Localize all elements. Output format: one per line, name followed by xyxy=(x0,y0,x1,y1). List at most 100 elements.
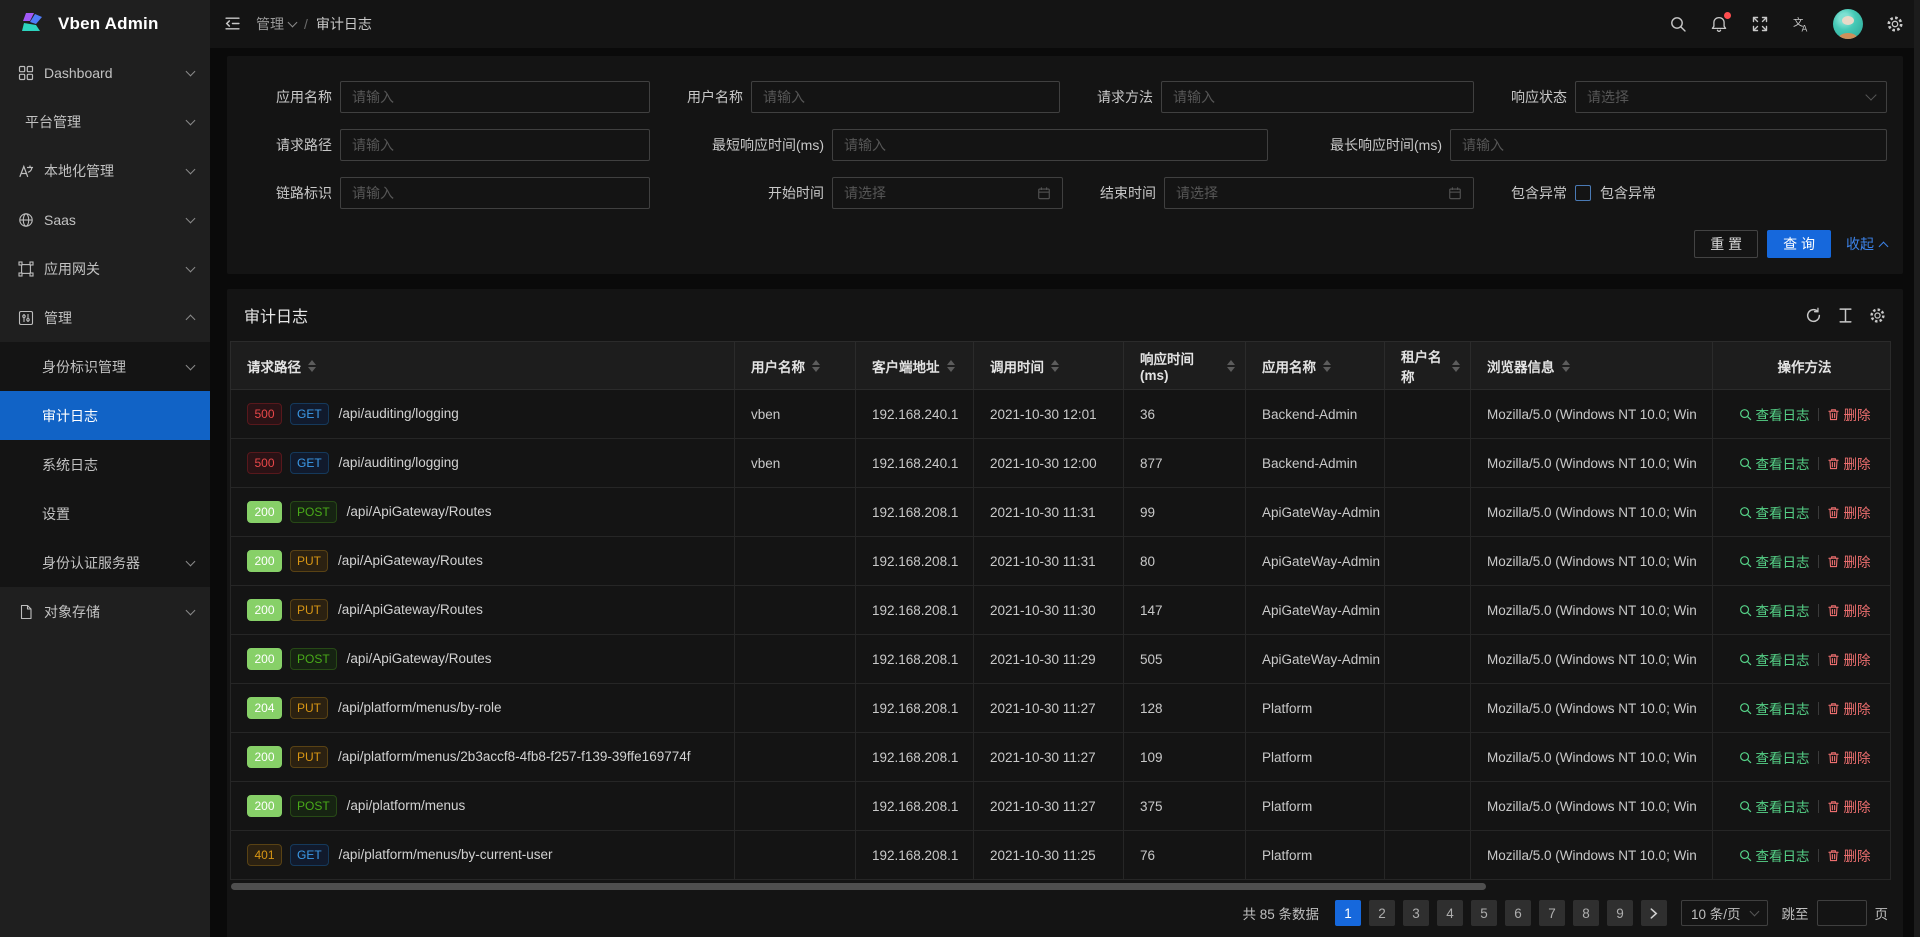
delete-button[interactable]: 删除 xyxy=(1827,502,1871,522)
view-log-button[interactable]: 查看日志 xyxy=(1739,796,1810,816)
sidebar-item-8[interactable]: 系统日志 xyxy=(0,440,210,489)
horizontal-scrollbar-thumb[interactable] xyxy=(231,883,1486,890)
delete-button[interactable]: 删除 xyxy=(1827,845,1871,865)
column-header-ms[interactable]: 响应时间(ms) xyxy=(1124,342,1246,390)
breadcrumb-section[interactable]: 管理 xyxy=(256,14,296,34)
sidebar-item-10[interactable]: 身份认证服务器 xyxy=(0,538,210,587)
delete-button[interactable]: 删除 xyxy=(1827,796,1871,816)
jump-page-input[interactable] xyxy=(1817,900,1867,926)
vertical-scrollbar[interactable] xyxy=(1914,0,1920,937)
refresh-icon[interactable] xyxy=(1805,307,1822,324)
column-header-tenant[interactable]: 租户名称 xyxy=(1385,342,1471,390)
sidebar-item-5[interactable]: 管理 xyxy=(0,293,210,342)
next-page-button[interactable] xyxy=(1641,900,1667,926)
bell-icon[interactable] xyxy=(1710,15,1728,33)
page-button-6[interactable]: 6 xyxy=(1505,900,1531,926)
delete-button[interactable]: 删除 xyxy=(1827,698,1871,718)
fullscreen-icon[interactable] xyxy=(1751,15,1769,33)
include-exception-checkbox[interactable] xyxy=(1575,185,1591,201)
delete-button[interactable]: 删除 xyxy=(1827,404,1871,424)
page-button-8[interactable]: 8 xyxy=(1573,900,1599,926)
chevron-down-icon xyxy=(186,360,196,370)
sidebar-item-6[interactable]: 身份标识管理 xyxy=(0,342,210,391)
delete-button[interactable]: 删除 xyxy=(1827,747,1871,767)
sidebar-item-2[interactable]: 本地化管理 xyxy=(0,146,210,195)
main-area: 管理 / 审计日志 xyxy=(210,0,1920,937)
browser-cell: Mozilla/5.0 (Windows NT 10.0; Win xyxy=(1471,733,1713,782)
column-header-time[interactable]: 调用时间 xyxy=(974,342,1124,390)
max-response-time-input[interactable] xyxy=(1450,129,1887,161)
sidebar-item-3[interactable]: Saas xyxy=(0,195,210,244)
sidebar-item-4[interactable]: 应用网关 xyxy=(0,244,210,293)
sidebar-item-label: 平台管理 xyxy=(25,112,187,132)
sidebar-item-0[interactable]: Dashboard xyxy=(0,48,210,97)
view-log-button[interactable]: 查看日志 xyxy=(1739,551,1810,571)
table-row: 200POST/api/platform/menus 192.168.208.1… xyxy=(231,782,1891,831)
delete-button[interactable]: 删除 xyxy=(1827,600,1871,620)
delete-button[interactable]: 删除 xyxy=(1827,551,1871,571)
page-button-2[interactable]: 2 xyxy=(1369,900,1395,926)
field-start-time: 开始时间 请选择 xyxy=(650,177,1063,209)
request-path: /api/ApiGateway/Routes xyxy=(347,504,492,519)
row-height-icon[interactable] xyxy=(1837,307,1854,324)
column-header-app[interactable]: 应用名称 xyxy=(1246,342,1385,390)
avatar[interactable] xyxy=(1833,9,1863,39)
user-name-cell: vben xyxy=(735,439,856,488)
page-button-4[interactable]: 4 xyxy=(1437,900,1463,926)
user-name-input[interactable] xyxy=(751,81,1060,113)
min-response-time-input[interactable] xyxy=(832,129,1268,161)
page-button-3[interactable]: 3 xyxy=(1403,900,1429,926)
translate-icon[interactable]: 文 A xyxy=(1792,15,1810,33)
chevron-down-icon xyxy=(288,18,298,28)
menu-fold-icon[interactable] xyxy=(224,15,242,33)
delete-button[interactable]: 删除 xyxy=(1827,649,1871,669)
column-header-user[interactable]: 用户名称 xyxy=(735,342,856,390)
field-label: 包含异常 xyxy=(1474,183,1575,203)
view-log-button[interactable]: 查看日志 xyxy=(1739,502,1810,522)
collapse-link[interactable]: 收起 xyxy=(1846,234,1887,254)
action-separator xyxy=(1818,555,1819,568)
reset-button[interactable]: 重 置 xyxy=(1694,230,1758,258)
view-log-button[interactable]: 查看日志 xyxy=(1739,453,1810,473)
response-status-select[interactable]: 请选择 xyxy=(1575,81,1887,113)
start-time-datepicker[interactable]: 请选择 xyxy=(832,177,1063,209)
page-button-5[interactable]: 5 xyxy=(1471,900,1497,926)
status-tag: 200 xyxy=(247,795,282,817)
search-icon[interactable] xyxy=(1669,15,1687,33)
sidebar-item-9[interactable]: 设置 xyxy=(0,489,210,538)
request-path: /api/ApiGateway/Routes xyxy=(347,651,492,666)
page-button-7[interactable]: 7 xyxy=(1539,900,1565,926)
end-time-datepicker[interactable]: 请选择 xyxy=(1164,177,1474,209)
view-log-button[interactable]: 查看日志 xyxy=(1739,698,1810,718)
browser-cell: Mozilla/5.0 (Windows NT 10.0; Win xyxy=(1471,831,1713,880)
column-header-path[interactable]: 请求路径 xyxy=(231,342,735,390)
query-button[interactable]: 查 询 xyxy=(1767,230,1831,258)
request-method-input[interactable] xyxy=(1161,81,1474,113)
sidebar-item-11[interactable]: 对象存储 xyxy=(0,587,210,636)
view-log-button[interactable]: 查看日志 xyxy=(1739,600,1810,620)
app-name-input[interactable] xyxy=(340,81,650,113)
request-path: /api/auditing/logging xyxy=(339,455,459,470)
column-settings-icon[interactable] xyxy=(1869,307,1886,324)
page-button-9[interactable]: 9 xyxy=(1607,900,1633,926)
page-size-select[interactable]: 10 条/页 xyxy=(1681,900,1768,926)
logo[interactable]: Vben Admin xyxy=(0,0,210,48)
jump-label: 跳至 xyxy=(1782,903,1809,923)
delete-button[interactable]: 删除 xyxy=(1827,453,1871,473)
gear-icon[interactable] xyxy=(1886,15,1904,33)
sidebar-item-1[interactable]: 平台管理 xyxy=(0,97,210,146)
view-log-button[interactable]: 查看日志 xyxy=(1739,747,1810,767)
column-header-browser[interactable]: 浏览器信息 xyxy=(1471,342,1713,390)
action-separator xyxy=(1818,408,1819,421)
column-header-ip[interactable]: 客户端地址 xyxy=(856,342,974,390)
view-log-button[interactable]: 查看日志 xyxy=(1739,649,1810,669)
response-time-cell: 99 xyxy=(1124,488,1246,537)
page-button-1[interactable]: 1 xyxy=(1335,900,1361,926)
trace-id-input[interactable] xyxy=(340,177,650,209)
sidebar-menu: Dashboard 平台管理本地化管理Saas应用网关管理身份标识管理审计日志系统… xyxy=(0,48,210,937)
view-log-button[interactable]: 查看日志 xyxy=(1739,845,1810,865)
request-path-input[interactable] xyxy=(340,129,650,161)
view-log-button[interactable]: 查看日志 xyxy=(1739,404,1810,424)
field-label: 结束时间 xyxy=(1063,183,1164,203)
sidebar-item-7[interactable]: 审计日志 xyxy=(0,391,210,440)
